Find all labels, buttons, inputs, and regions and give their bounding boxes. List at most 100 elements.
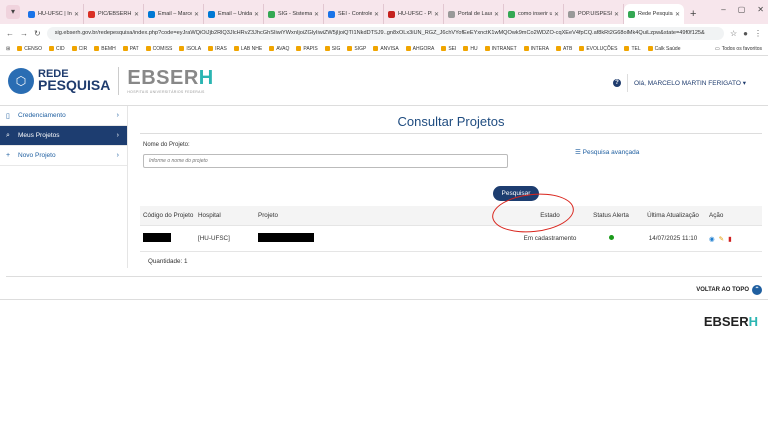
browser-tab[interactable]: Email – Unida ✕ <box>204 4 264 24</box>
browser-tab[interactable]: HU-UFSC | Intr ✕ <box>24 4 84 24</box>
bookmark-item[interactable]: SIGP <box>347 46 366 52</box>
favicon-icon <box>508 10 515 18</box>
col-status-alerta[interactable]: Status Alerta <box>580 212 642 219</box>
bookmark-item[interactable]: Calk Saúde <box>647 46 680 52</box>
bookmark-icon <box>269 46 275 51</box>
url-input[interactable]: sig.ebserh.gov.br/redepesquisa/index.php… <box>46 26 724 40</box>
maximize-icon[interactable]: ▢ <box>738 5 746 14</box>
bookmark-item[interactable]: ATB <box>555 45 573 52</box>
new-tab-button[interactable]: + <box>684 8 702 24</box>
bookmark-item[interactable]: CID <box>48 46 65 52</box>
bookmark-label: IRAS <box>215 45 227 52</box>
browser-tab[interactable]: SIG - Sistema ✕ <box>264 4 324 24</box>
bookmark-item[interactable]: SEI <box>441 46 456 52</box>
bookmark-item[interactable]: IRAS <box>208 46 227 52</box>
ebserh-subtitle: HOSPITAIS UNIVERSITÁRIOS FEDERAIS <box>127 90 205 94</box>
bookmark-item[interactable]: ANVISA <box>373 46 399 52</box>
tab-close-icon[interactable]: ✕ <box>254 11 259 18</box>
bookmark-icon <box>523 46 529 51</box>
bookmark-label: ISOLA <box>186 45 202 52</box>
reload-icon[interactable]: ↻ <box>34 29 41 38</box>
edit-icon[interactable]: ✎ <box>719 235 724 243</box>
bookmark-label: BEMH <box>101 45 116 52</box>
bookmark-label: SIGP <box>354 45 367 52</box>
col-ultima-atualizacao[interactable]: Última Atualização <box>642 212 704 219</box>
bookmark-item[interactable]: LAB NHE <box>233 46 262 52</box>
bookmark-item[interactable]: PAT <box>122 46 139 52</box>
col-projeto[interactable]: Projeto <box>258 212 520 219</box>
sidebar-item-credenciamento[interactable]: ▯ Credenciamento › <box>0 106 127 126</box>
bookmark-label: AHGORA <box>412 45 435 52</box>
bookmark-item[interactable]: BEMH <box>94 45 116 52</box>
tab-close-icon[interactable]: ✕ <box>314 11 319 18</box>
bookmark-item[interactable]: AVAQ <box>269 46 289 52</box>
advanced-search-link[interactable]: ☰ Pesquisa avançada <box>575 148 639 156</box>
address-bar: ← → ↻ sig.ebserh.gov.br/redepesquisa/ind… <box>0 24 768 42</box>
tab-search-icon[interactable]: ▾ <box>6 5 20 19</box>
col-codigo[interactable]: Código do Projeto <box>140 212 198 219</box>
bookmark-item[interactable]: EVOLUÇÕES <box>579 46 617 52</box>
tab-close-icon[interactable]: ✕ <box>434 11 439 18</box>
bookmark-item[interactable]: TEL <box>624 46 641 52</box>
back-to-top[interactable]: VOLTAR AO TOPO ⌃ <box>0 277 768 295</box>
tab-close-icon[interactable]: ✕ <box>134 11 139 18</box>
tab-close-icon[interactable]: ✕ <box>194 11 199 18</box>
delete-icon[interactable]: ▮ <box>728 235 732 243</box>
tab-close-icon[interactable]: ✕ <box>374 11 379 18</box>
browser-tab[interactable]: POP.UISPESQ ✕ <box>564 4 624 24</box>
bookmark-item[interactable]: INTRANET <box>484 46 517 52</box>
tab-close-icon[interactable]: ✕ <box>494 11 499 18</box>
bookmark-item[interactable]: HU <box>463 46 478 52</box>
user-menu[interactable]: Olá, MARCELO MARTIN FERIGATO ▾ <box>634 79 746 87</box>
bookmark-icon <box>48 46 54 51</box>
col-hospital[interactable]: Hospital <box>198 212 258 219</box>
tab-close-icon[interactable]: ✕ <box>554 11 559 18</box>
bookmark-item[interactable]: AHGORA <box>405 45 435 52</box>
browser-tab[interactable]: HU-UFSC - PIC✕ <box>384 4 444 24</box>
bookmark-item[interactable]: SIG <box>324 46 340 52</box>
sidebar-item-meus-projetos[interactable]: ⌕ Meus Projetos › <box>0 126 127 146</box>
forward-icon[interactable]: → <box>20 29 28 38</box>
tab-close-icon[interactable]: ✕ <box>74 11 79 18</box>
bookmark-item[interactable]: COMISS <box>145 45 173 52</box>
browser-tab[interactable]: SEI - Controle ✕ <box>324 4 384 24</box>
tab-close-icon[interactable]: ✕ <box>675 11 680 18</box>
sidebar-item-label: Novo Projeto <box>18 152 56 159</box>
bookmark-item[interactable]: PAPIS <box>296 46 318 52</box>
minimize-icon[interactable]: – <box>721 5 725 14</box>
plus-icon: + <box>6 152 11 159</box>
help-icon[interactable]: ? <box>613 79 622 87</box>
folder-icon: ▭ <box>714 45 720 52</box>
ebserh-main: EBSER <box>127 67 199 89</box>
bookmark-item[interactable]: INTERA <box>523 46 549 52</box>
browser-tab[interactable]: Rede Pesquisa ✕ <box>624 4 684 24</box>
close-window-icon[interactable]: ✕ <box>757 5 764 14</box>
all-bookmarks[interactable]: ▭ Todos os favoritos <box>715 46 762 52</box>
browser-tab[interactable]: PIC/EBSERH - ✕ <box>84 4 144 24</box>
back-icon[interactable]: ← <box>6 29 14 38</box>
view-icon[interactable]: ◉ <box>709 235 715 243</box>
table-row[interactable]: [HU-UFSC] Em cadastramento 14/07/2025 11… <box>140 226 762 252</box>
browser-tab[interactable]: Portal de Laud ✕ <box>444 4 504 24</box>
rede-pesquisa-logo[interactable]: ⬡ REDE PESQUISA <box>8 67 110 94</box>
browser-menu-icon[interactable]: ⋮ <box>754 29 762 38</box>
bookmark-icon <box>17 46 23 51</box>
bookmark-item[interactable]: ISOLA <box>179 46 201 52</box>
bookmark-label: ATB <box>562 45 573 52</box>
sidebar-item-novo-projeto[interactable]: + Novo Projeto › <box>0 146 127 166</box>
chevron-right-icon: › <box>116 132 119 139</box>
apps-icon[interactable]: ⊞ <box>6 46 10 52</box>
bookmark-label: COMISS <box>152 45 173 52</box>
bookmark-item[interactable]: CIR <box>71 46 87 52</box>
search-icon: ⌕ <box>6 131 10 139</box>
browser-tab[interactable]: como inserir u ✕ <box>504 4 564 24</box>
profile-icon[interactable]: ● <box>743 29 748 38</box>
bookmark-icon <box>484 46 490 51</box>
bookmark-star-icon[interactable]: ☆ <box>730 29 737 38</box>
browser-tab[interactable]: Email – Marcel ✕ <box>144 4 204 24</box>
tab-close-icon[interactable]: ✕ <box>614 11 619 18</box>
tab-title: SEI - Controle <box>338 11 372 17</box>
bookmark-icon <box>145 46 151 51</box>
bookmark-item[interactable]: CENSO <box>17 46 42 52</box>
project-name-input[interactable] <box>143 154 508 168</box>
